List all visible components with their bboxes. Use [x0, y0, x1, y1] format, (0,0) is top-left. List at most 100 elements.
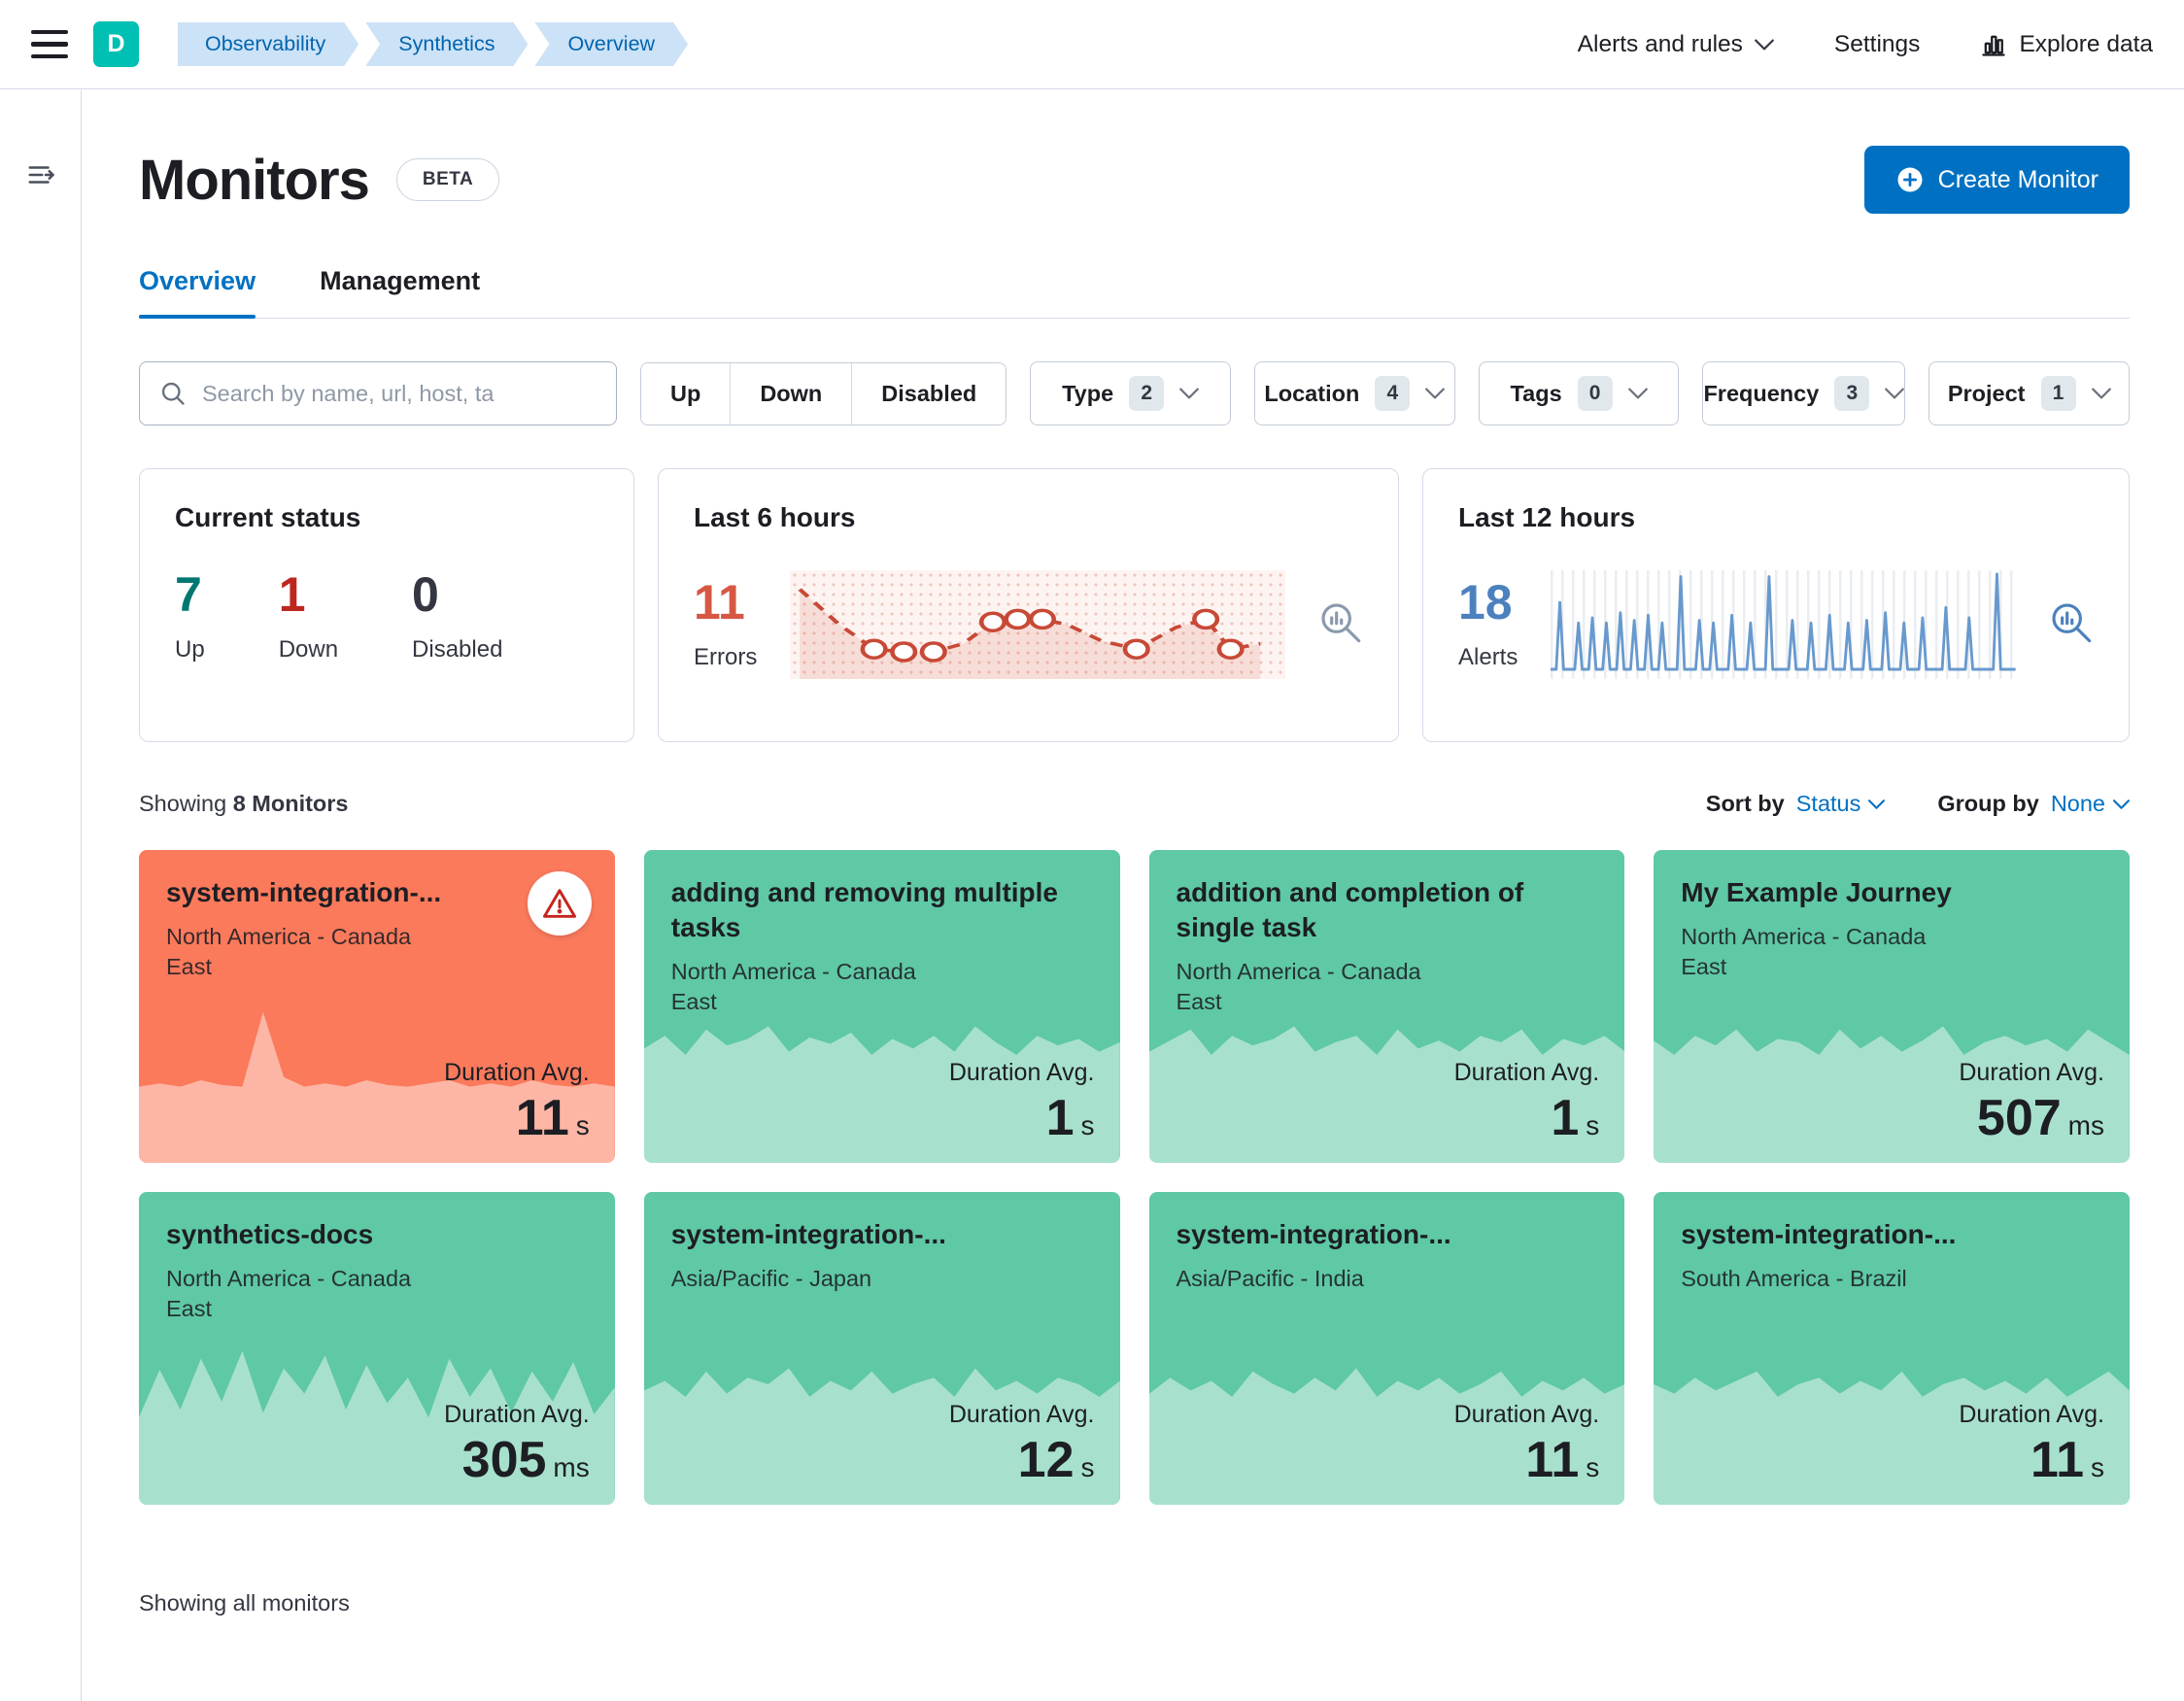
filter-location-dropdown[interactable]: Location 4 [1253, 361, 1455, 425]
errors-stat: 11 Errors [694, 574, 757, 671]
filter-frequency-count-badge: 3 [1834, 376, 1870, 411]
last-6-hours-title: Last 6 hours [694, 502, 856, 532]
last-12-hours-title: Last 12 hours [1458, 502, 1636, 532]
filter-disabled-button[interactable]: Disabled [851, 362, 1007, 425]
errors-sparkline-chart [790, 570, 1285, 679]
up-label: Up [175, 636, 205, 663]
monitor-card[interactable]: system-integration-... Asia/Pacific - In… [1148, 1192, 1625, 1505]
sidebar-expand-button[interactable] [24, 160, 57, 189]
duration-value: 11 [2030, 1432, 2084, 1488]
down-count: 1 [278, 567, 306, 622]
monitors-grid: system-integration-... North America - C… [139, 850, 2130, 1505]
explore-data-link[interactable]: Explore data [1980, 31, 2153, 58]
monitor-name: system-integration-... [670, 1219, 946, 1249]
sort-by-dropdown[interactable]: Status [1796, 791, 1886, 817]
menu-icon[interactable] [31, 29, 68, 59]
settings-link[interactable]: Settings [1834, 31, 1921, 58]
top-bar: D Observability Synthetics Overview Aler… [0, 0, 2184, 89]
create-monitor-label: Create Monitor [1937, 165, 2099, 193]
inspect-icon[interactable] [1318, 600, 1363, 645]
monitor-card[interactable]: addition and completion of single task N… [1148, 850, 1625, 1163]
chevron-down-icon [1868, 799, 1886, 809]
monitors-count-text: Showing 8 Monitors [139, 791, 349, 816]
current-status-title: Current status [175, 502, 361, 532]
filter-tags-dropdown[interactable]: Tags 0 [1478, 361, 1680, 425]
alerts-count: 18 [1458, 575, 1513, 629]
duration-unit: s [2091, 1452, 2104, 1482]
filter-project-dropdown[interactable]: Project 1 [1928, 361, 2131, 425]
monitor-location: North America - Canada East [1681, 923, 1927, 979]
monitor-location: Asia/Pacific - India [1176, 1265, 1364, 1291]
monitor-location: South America - Brazil [1681, 1265, 1907, 1291]
duration-value: 1 [1551, 1090, 1580, 1146]
group-by-dropdown[interactable]: None [2051, 791, 2130, 817]
page-title: Monitors [139, 148, 370, 212]
duration-value: 507 [1976, 1090, 2062, 1146]
duration-unit: s [1586, 1110, 1600, 1140]
duration-block: Duration Avg. 1s [1454, 1059, 1600, 1147]
tab-overview[interactable]: Overview [139, 266, 256, 319]
monitor-card[interactable]: synthetics-docs North America - Canada E… [139, 1192, 615, 1505]
chevron-down-icon [1885, 388, 1905, 399]
monitor-card[interactable]: adding and removing multiple tasks North… [643, 850, 1120, 1163]
breadcrumb-overview[interactable]: Overview [534, 22, 688, 66]
monitor-card[interactable]: system-integration-... Asia/Pacific - Ja… [643, 1192, 1120, 1505]
warning-icon [527, 871, 592, 936]
chevron-down-icon [1425, 388, 1446, 399]
duration-unit: s [575, 1110, 590, 1140]
monitor-card[interactable]: system-integration-... South America - B… [1654, 1192, 2130, 1505]
status-disabled: 0 Disabled [412, 566, 502, 663]
duration-unit: ms [2067, 1110, 2104, 1140]
alerts-and-rules-menu[interactable]: Alerts and rules [1578, 31, 1774, 58]
breadcrumb-synthetics[interactable]: Synthetics [365, 22, 528, 66]
deployment-avatar[interactable]: D [93, 21, 139, 67]
monitor-card[interactable]: My Example Journey North America - Canad… [1654, 850, 2130, 1163]
main-content: Monitors BETA Create Monitor Overview Ma… [83, 89, 2184, 1616]
filter-up-button[interactable]: Up [641, 362, 731, 425]
monitors-footer-text: Showing all monitors [139, 1590, 350, 1616]
inspect-icon[interactable] [2049, 600, 2094, 645]
search-box [139, 361, 617, 425]
filter-frequency-dropdown[interactable]: Frequency 3 [1702, 361, 1906, 425]
chevron-down-icon [2113, 799, 2130, 809]
errors-count: 11 [694, 575, 745, 629]
filter-type-dropdown[interactable]: Type 2 [1030, 361, 1231, 425]
monitor-name: addition and completion of single task [1176, 877, 1524, 942]
up-count: 7 [175, 567, 202, 622]
duration-unit: s [1080, 1110, 1095, 1140]
chevron-down-icon [1179, 388, 1200, 399]
alerts-label: Alerts [1458, 644, 1519, 670]
filter-location-count-badge: 4 [1375, 376, 1411, 411]
filter-project-label: Project [1947, 380, 2026, 406]
filter-down-button[interactable]: Down [730, 362, 852, 425]
create-monitor-button[interactable]: Create Monitor [1863, 146, 2130, 214]
monitor-name: system-integration-... [1176, 1219, 1451, 1249]
status-up: 7 Up [175, 566, 205, 663]
monitor-card[interactable]: system-integration-... North America - C… [139, 850, 615, 1163]
filter-type-label: Type [1062, 380, 1114, 406]
beta-badge: BETA [395, 158, 500, 201]
arrow-right-icon [28, 166, 54, 184]
down-label: Down [278, 636, 339, 663]
filter-frequency-label: Frequency [1703, 380, 1820, 406]
filter-location-label: Location [1264, 380, 1360, 406]
tab-management[interactable]: Management [320, 266, 480, 318]
disabled-count: 0 [412, 567, 439, 622]
left-sidebar [0, 90, 82, 1701]
duration-unit: ms [553, 1452, 590, 1482]
last-6-hours-panel: Last 6 hours 11 Errors [658, 468, 1399, 742]
duration-value: 1 [1045, 1090, 1075, 1146]
errors-label: Errors [694, 644, 758, 670]
chevron-down-icon [1627, 388, 1648, 399]
monitor-location: North America - Canada East [166, 1265, 412, 1321]
breadcrumb-observability[interactable]: Observability [178, 22, 358, 66]
duration-block: Duration Avg. 11 s [1454, 1401, 1600, 1489]
duration-block: Duration Avg. 305 ms [444, 1401, 590, 1489]
monitor-name: My Example Journey [1681, 877, 1952, 907]
search-input[interactable] [202, 380, 597, 407]
monitor-name: system-integration-... [1681, 1219, 1957, 1249]
monitor-location: Asia/Pacific - Japan [670, 1265, 872, 1291]
duration-unit: s [1586, 1452, 1600, 1482]
group-by-label: Group by [1937, 791, 2039, 816]
duration-label: Duration Avg. [444, 1059, 590, 1086]
